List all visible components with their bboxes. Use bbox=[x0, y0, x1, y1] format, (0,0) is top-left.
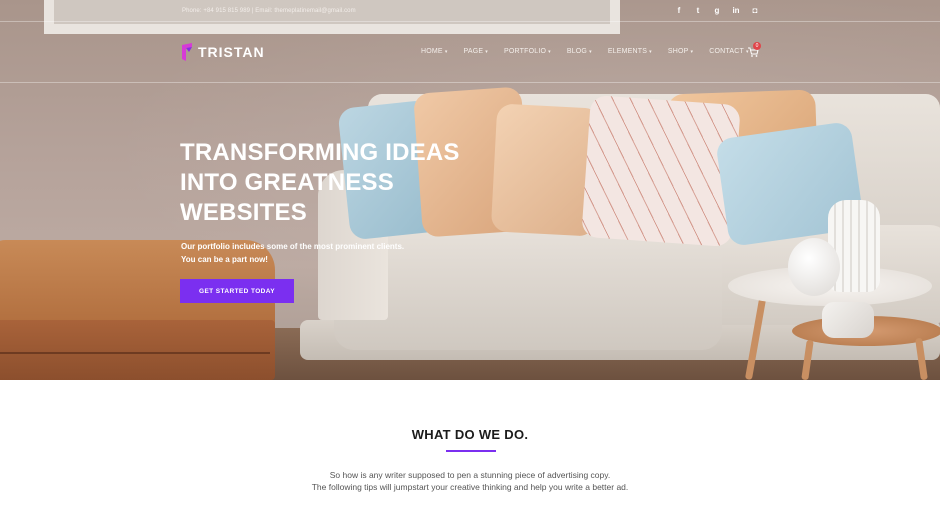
hero-title: TRANSFORMING IDEAS INTO GREATNESS WEBSIT… bbox=[180, 138, 460, 228]
nav-label: ELEMENTS bbox=[607, 48, 648, 55]
nav-item-page[interactable]: PAGE ▾ bbox=[464, 48, 488, 55]
nav-item-shop[interactable]: SHOP ▾ bbox=[668, 48, 693, 55]
chevron-down-icon: ▾ bbox=[690, 48, 694, 55]
chevron-down-icon: ▾ bbox=[589, 48, 592, 55]
nav-label: BLOG bbox=[566, 48, 588, 55]
chevron-down-icon: ▾ bbox=[649, 48, 652, 55]
google-plus-icon[interactable]: g bbox=[712, 6, 722, 16]
hero-subtitle-line: You can be a part now! bbox=[181, 255, 268, 264]
logo-text: TRISTAN bbox=[198, 44, 265, 60]
nav-label: PORTFOLIO bbox=[503, 48, 547, 55]
contact-info: Phone: +84 915 815 989 | Email: themepla… bbox=[182, 8, 356, 14]
section-text-line: So how is any writer supposed to pen a s… bbox=[329, 470, 611, 480]
pillow-patterned bbox=[581, 94, 741, 248]
nav-item-elements[interactable]: ELEMENTS ▾ bbox=[608, 48, 652, 55]
small-vase bbox=[822, 302, 874, 338]
facebook-icon[interactable]: f bbox=[674, 6, 684, 16]
section-description: So how is any writer supposed to pen a s… bbox=[0, 469, 940, 493]
round-vase bbox=[788, 238, 840, 296]
chevron-down-icon: ▾ bbox=[548, 48, 551, 55]
nav-label: PAGE bbox=[463, 48, 484, 55]
ottoman-seam bbox=[0, 352, 270, 354]
hero-banner: Phone: +84 915 815 989 | Email: themepla… bbox=[0, 0, 940, 380]
nav-label: HOME bbox=[421, 48, 443, 55]
ottoman-base bbox=[0, 320, 275, 380]
chevron-down-icon: ▾ bbox=[485, 48, 488, 55]
nav-item-home[interactable]: HOME ▾ bbox=[421, 48, 448, 55]
social-links: f t g in ◘ bbox=[674, 6, 760, 16]
section-title: WHAT DO WE DO. bbox=[411, 427, 529, 442]
logo-mark-icon bbox=[182, 43, 192, 61]
hero-title-line: INTO GREATNESS bbox=[180, 169, 394, 196]
hero-title-line: WEBSITES bbox=[180, 199, 307, 226]
hero-subtitle-line: Our portfolio includes some of the most … bbox=[181, 242, 405, 251]
get-started-button[interactable]: GET STARTED TODAY bbox=[180, 279, 294, 303]
section-title-underline bbox=[446, 450, 496, 452]
nav-label: SHOP bbox=[667, 48, 689, 55]
main-navigation: HOME ▾ PAGE ▾ PORTFOLIO ▾ BLOG ▾ ELEMENTS ▾ S… bbox=[421, 48, 765, 55]
chevron-down-icon: ▾ bbox=[444, 48, 448, 55]
twitter-icon[interactable]: t bbox=[693, 6, 703, 16]
wall-picture-frame bbox=[44, 0, 620, 34]
nav-item-blog[interactable]: BLOG ▾ bbox=[567, 48, 592, 55]
section-text-line: The following tips will jumpstart your c… bbox=[311, 482, 629, 492]
cart-count-badge: 0 bbox=[753, 42, 761, 50]
nav-label: CONTACT bbox=[709, 48, 744, 55]
nav-divider bbox=[0, 82, 940, 83]
site-logo[interactable]: TRISTAN bbox=[180, 42, 265, 62]
hero-subtitle: Our portfolio includes some of the most … bbox=[181, 240, 404, 266]
linkedin-icon[interactable]: in bbox=[731, 6, 741, 16]
nav-item-portfolio[interactable]: PORTFOLIO ▾ bbox=[504, 48, 551, 55]
nav-item-contact[interactable]: CONTACT ▾ bbox=[709, 48, 748, 55]
topbar-divider bbox=[0, 21, 940, 22]
instagram-icon[interactable]: ◘ bbox=[750, 6, 760, 16]
hero-title-line: TRANSFORMING IDEAS bbox=[180, 139, 460, 166]
